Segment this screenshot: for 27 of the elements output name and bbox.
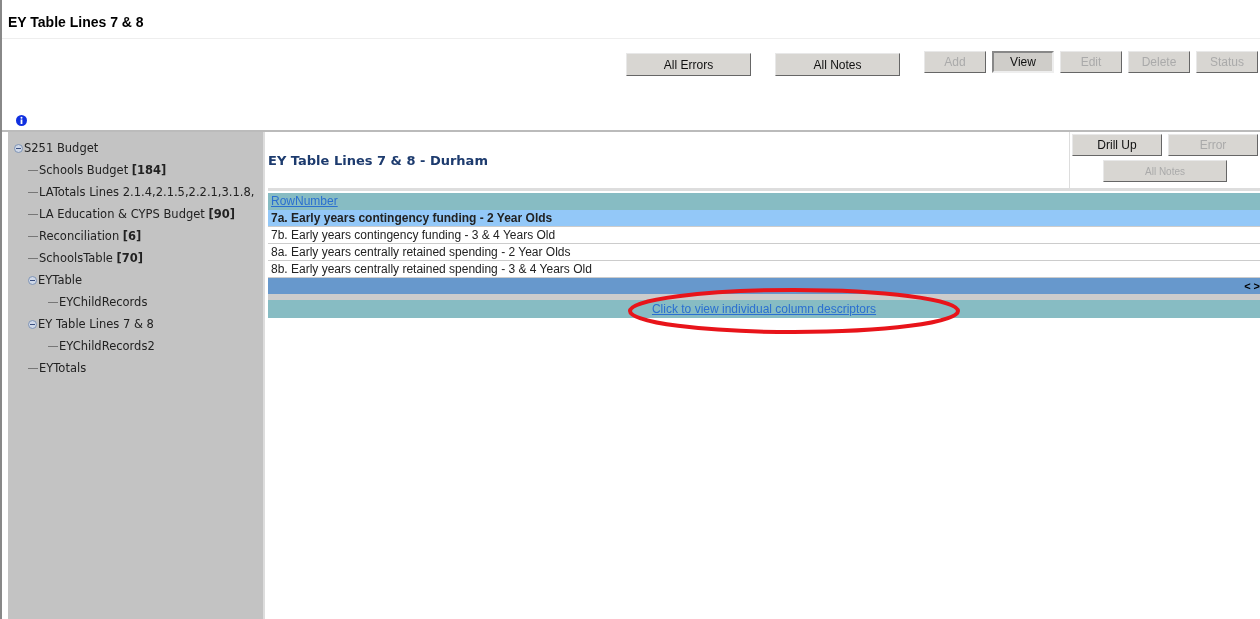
panel-title: EY Table Lines 7 & 8 - Durham (268, 151, 489, 170)
tree-item[interactable]: SchoolsTable [70] (39, 251, 144, 265)
table-row[interactable]: 8a. Early years centrally retained spending - 2 Year Olds (268, 244, 1260, 261)
table-row[interactable]: 7b. Early years contingency funding - 3 & 4 Years Old (268, 227, 1260, 244)
tree-item[interactable]: EYTable (38, 273, 83, 287)
table-row[interactable]: 7a. Early years contingency funding - 2 Year Olds (268, 210, 1260, 227)
pager-arrow[interactable]: > (1253, 278, 1260, 294)
tree-item[interactable]: S251 Budget (24, 141, 99, 155)
tree-item[interactable]: Schools Budget [184] (39, 163, 167, 177)
info-icon[interactable] (16, 115, 27, 126)
tree-item[interactable]: EY Table Lines 7 & 8 (38, 317, 154, 331)
table-row[interactable]: 8b. Early years centrally retained spending - 3 & 4 Years Old (268, 261, 1260, 278)
page-title: EY Table Lines 7 & 8 (2, 0, 1260, 39)
collapse-icon[interactable] (28, 319, 37, 329)
tree-item[interactable]: EYChildRecords2 (59, 339, 155, 353)
panel-button[interactable]: Drill Up (1072, 134, 1162, 156)
tree-item[interactable]: LA Education & CYPS Budget [90] (39, 207, 235, 221)
tree-item[interactable]: EYTotals (39, 361, 87, 375)
tree-item[interactable]: Reconciliation [6] (39, 229, 142, 243)
collapse-icon[interactable] (28, 275, 37, 285)
toolbar-button[interactable]: All Errors (626, 53, 751, 76)
toolbar-button[interactable]: All Notes (775, 53, 900, 76)
collapse-icon[interactable] (14, 143, 23, 153)
tree-item[interactable]: EYChildRecords (59, 295, 148, 309)
pager-arrow[interactable]: < (1244, 278, 1251, 294)
action-button[interactable]: View (992, 51, 1054, 73)
tree-item[interactable]: LATotals Lines 2.1.4,2.1.5,2.2.1,3.1.8, (39, 185, 255, 199)
